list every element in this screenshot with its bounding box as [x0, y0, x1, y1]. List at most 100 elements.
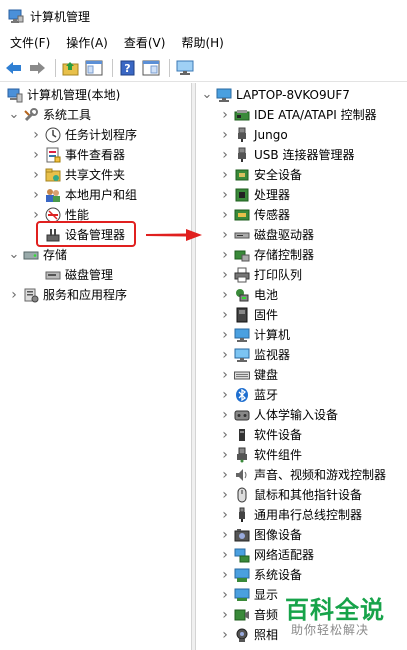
- device-tree-root[interactable]: ⌄ LAPTOP-8VKO9UF7: [201, 85, 350, 105]
- device-category[interactable]: › 电池: [219, 285, 278, 305]
- software-component-icon: [234, 447, 250, 463]
- webcam-icon: [234, 627, 250, 643]
- chevron-right-icon[interactable]: ›: [219, 265, 231, 285]
- tree-item[interactable]: › 共享文件夹: [30, 165, 125, 185]
- chevron-right-icon[interactable]: ›: [219, 625, 231, 645]
- forward-arrow-icon[interactable]: [27, 58, 47, 78]
- show-tree-icon[interactable]: [84, 58, 104, 78]
- device-category-label: 安全设备: [254, 168, 303, 182]
- device-category[interactable]: › 存储控制器: [219, 245, 314, 265]
- chevron-icon[interactable]: ⌄: [8, 245, 20, 265]
- tree-item[interactable]: › 事件查看器: [30, 145, 125, 165]
- menu-file[interactable]: 文件(F): [0, 32, 58, 54]
- device-category[interactable]: › 安全设备: [219, 165, 302, 185]
- chevron-icon[interactable]: ›: [8, 285, 20, 305]
- tree-item-label: 事件查看器: [65, 148, 126, 162]
- computer-icon: [234, 327, 250, 343]
- chevron-right-icon[interactable]: ›: [219, 325, 231, 345]
- chevron-right-icon[interactable]: ›: [219, 485, 231, 505]
- device-category[interactable]: › IDE ATA/ATAPI 控制器: [219, 105, 376, 125]
- chevron-right-icon[interactable]: ›: [219, 185, 231, 205]
- help-icon[interactable]: ?: [118, 58, 138, 78]
- chevron-right-icon[interactable]: ›: [219, 505, 231, 525]
- chevron-right-icon[interactable]: ›: [219, 145, 231, 165]
- chevron-right-icon[interactable]: ›: [219, 525, 231, 545]
- chevron-right-icon[interactable]: ›: [219, 125, 231, 145]
- chevron-right-icon[interactable]: ›: [219, 365, 231, 385]
- chevron-icon[interactable]: ›: [30, 125, 42, 145]
- device-category[interactable]: › 音频: [219, 605, 278, 625]
- chevron-right-icon[interactable]: ›: [219, 285, 231, 305]
- keyboard-icon: [234, 367, 250, 383]
- tree-item[interactable]: ⌄ 系统工具: [8, 105, 91, 125]
- properties-icon[interactable]: [141, 58, 161, 78]
- menu-help[interactable]: 帮助(H): [173, 32, 231, 54]
- chevron-icon[interactable]: ⌄: [8, 105, 20, 125]
- chevron-right-icon[interactable]: ›: [219, 425, 231, 445]
- device-category[interactable]: › 固件: [219, 305, 278, 325]
- chevron-right-icon[interactable]: ›: [219, 605, 231, 625]
- device-category[interactable]: › 显示: [219, 585, 278, 605]
- device-category[interactable]: › 监视器: [219, 345, 290, 365]
- device-category[interactable]: › 人体学输入设备: [219, 405, 338, 425]
- device-category[interactable]: › 系统设备: [219, 565, 302, 585]
- device-category[interactable]: › 打印队列: [219, 265, 302, 285]
- device-category-label: 电池: [254, 288, 279, 302]
- device-category[interactable]: › 计算机: [219, 325, 290, 345]
- chevron-icon[interactable]: ›: [30, 165, 42, 185]
- chevron-right-icon[interactable]: ›: [219, 385, 231, 405]
- device-category[interactable]: › 蓝牙: [219, 385, 278, 405]
- device-category[interactable]: › 通用串行总线控制器: [219, 505, 362, 525]
- device-category[interactable]: › 声音、视频和游戏控制器: [219, 465, 386, 485]
- disk-management-icon: [45, 267, 61, 283]
- usb-plug-icon: [234, 127, 250, 143]
- menu-view[interactable]: 查看(V): [116, 32, 174, 54]
- tree-item[interactable]: › 服务和应用程序: [8, 285, 127, 305]
- tree-item[interactable]: 计算机管理(本地): [4, 85, 120, 105]
- device-category[interactable]: › USB 连接器管理器: [219, 145, 354, 165]
- computer-management-icon: [8, 8, 24, 24]
- device-category[interactable]: › Jungo: [219, 125, 288, 145]
- chevron-right-icon[interactable]: ›: [219, 585, 231, 605]
- chevron-right-icon[interactable]: ›: [219, 465, 231, 485]
- chevron-right-icon[interactable]: ›: [219, 545, 231, 565]
- tree-item[interactable]: ⌄ 存储: [8, 245, 67, 265]
- monitor-icon[interactable]: [175, 58, 195, 78]
- chevron-right-icon[interactable]: ›: [219, 245, 231, 265]
- chevron-icon[interactable]: ›: [30, 185, 42, 205]
- device-category[interactable]: › 鼠标和其他指针设备: [219, 485, 362, 505]
- red-arrow-icon: [146, 229, 202, 241]
- chevron-right-icon[interactable]: ›: [219, 565, 231, 585]
- tree-item[interactable]: › 任务计划程序: [30, 125, 137, 145]
- up-folder-icon[interactable]: [61, 58, 81, 78]
- navigation-tree: 计算机管理(本地) ⌄ 系统工具 › 任务计划程序 › 事件查看器 › 共享文件夹 › 本地用户和组…: [0, 83, 192, 650]
- device-category[interactable]: › 处理器: [219, 185, 290, 205]
- chevron-right-icon[interactable]: ›: [219, 405, 231, 425]
- device-category[interactable]: › 键盘: [219, 365, 278, 385]
- chevron-right-icon[interactable]: ›: [219, 205, 231, 225]
- device-category[interactable]: › 网络适配器: [219, 545, 314, 565]
- device-category[interactable]: › 磁盘驱动器: [219, 225, 314, 245]
- device-category[interactable]: › 传感器: [219, 205, 290, 225]
- device-category[interactable]: › 软件组件: [219, 445, 302, 465]
- menu-action[interactable]: 操作(A): [58, 32, 116, 54]
- chevron-right-icon[interactable]: ›: [219, 105, 231, 125]
- svg-text:?: ?: [124, 62, 130, 75]
- tree-item[interactable]: 磁盘管理: [30, 265, 113, 285]
- tree-item[interactable]: › 本地用户和组: [30, 185, 137, 205]
- pane-splitter[interactable]: [192, 83, 196, 650]
- chevron-right-icon[interactable]: ›: [219, 165, 231, 185]
- chevron-down-icon[interactable]: ⌄: [201, 85, 213, 105]
- device-category[interactable]: › 图像设备: [219, 525, 302, 545]
- chevron-right-icon[interactable]: ›: [219, 225, 231, 245]
- chevron-icon[interactable]: ›: [30, 145, 42, 165]
- device-category[interactable]: › 软件设备: [219, 425, 302, 445]
- device-category[interactable]: › 照相: [219, 625, 278, 645]
- chevron-right-icon[interactable]: ›: [219, 445, 231, 465]
- chevron-right-icon[interactable]: ›: [219, 345, 231, 365]
- shared-folder-icon: [45, 167, 61, 183]
- chevron-right-icon[interactable]: ›: [219, 305, 231, 325]
- back-arrow-icon[interactable]: [4, 58, 24, 78]
- users-icon: [45, 187, 61, 203]
